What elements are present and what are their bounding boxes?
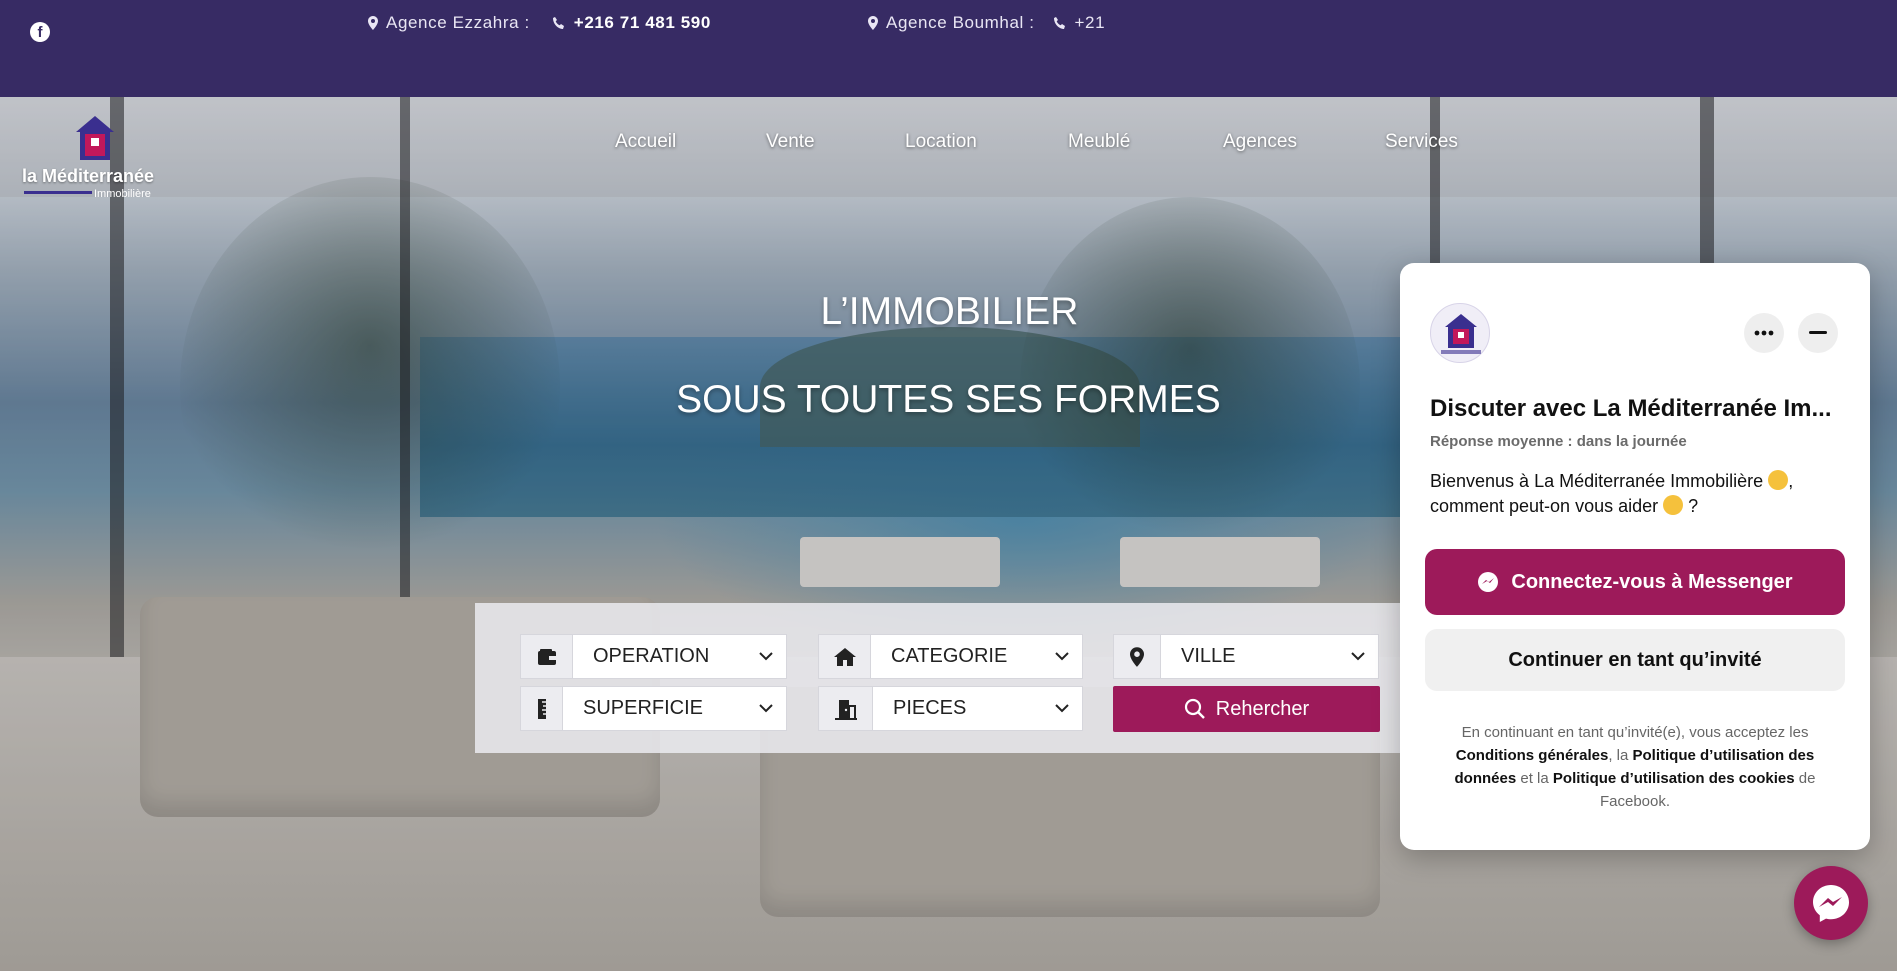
smile-emoji-icon [1768, 470, 1789, 490]
logo-name: la Méditerranée [22, 166, 155, 186]
phone-icon [1053, 17, 1065, 29]
categorie-label: CATEGORIE [891, 645, 1008, 667]
messenger-launcher-button[interactable] [1794, 866, 1868, 940]
chat-legal-text: En continuant en tant qu’invité(e), vous… [1454, 724, 1816, 810]
superficie-select[interactable]: SUPERFICIE [520, 686, 787, 731]
facebook-icon[interactable]: f [30, 22, 50, 42]
home-icon [819, 635, 871, 678]
terms-link[interactable]: Conditions générales [1456, 747, 1609, 764]
chat-title: Discuter avec La Méditerranée Im... [1430, 395, 1832, 422]
phone-icon [552, 17, 564, 29]
categorie-select[interactable]: CATEGORIE [818, 634, 1083, 679]
page-avatar [1430, 303, 1490, 363]
chat-response-time: Réponse moyenne : dans la journée [1430, 433, 1687, 450]
messenger-icon [1478, 572, 1499, 592]
messenger-icon [1813, 885, 1849, 922]
operation-label: OPERATION [593, 645, 710, 667]
map-marker-icon [868, 16, 878, 30]
chevron-down-icon [1042, 652, 1082, 661]
ville-label: VILLE [1181, 645, 1236, 667]
house-logo-icon [76, 116, 114, 160]
wallet-icon [521, 635, 573, 678]
house-logo-icon [1441, 314, 1481, 354]
connect-messenger-button[interactable]: Connectez-vous à Messenger [1425, 549, 1845, 615]
chevron-down-icon [746, 704, 786, 713]
nav-services[interactable]: Services [1385, 131, 1458, 153]
logo-subtitle: Immobilière [94, 188, 151, 200]
pieces-select[interactable]: PIECES [818, 686, 1083, 731]
messenger-chat-widget: Discuter avec La Méditerranée Im... Répo… [1400, 263, 1870, 850]
nav-location[interactable]: Location [905, 131, 977, 153]
continue-as-guest-button[interactable]: Continuer en tant qu’invité [1425, 629, 1845, 691]
agency-name: Agence Boumhal : [886, 13, 1035, 32]
superficie-label: SUPERFICIE [583, 697, 704, 719]
agency-name: Agence Ezzahra : [386, 13, 530, 32]
nav-meuble[interactable]: Meublé [1068, 131, 1130, 153]
agency-phone[interactable]: +21 [1075, 13, 1106, 33]
minimize-icon [1809, 331, 1827, 334]
cookies-policy-link[interactable]: Politique d’utilisation des cookies [1553, 770, 1795, 787]
nav-accueil[interactable]: Accueil [615, 131, 676, 153]
nav-agences[interactable]: Agences [1223, 131, 1297, 153]
map-marker-icon [1114, 635, 1161, 678]
ville-select[interactable]: VILLE [1113, 634, 1379, 679]
more-options-button[interactable] [1744, 313, 1784, 353]
search-icon [1184, 698, 1205, 719]
agency-boumhal-contact: Agence Boumhal : +21 [868, 13, 1105, 33]
agency-phone[interactable]: +216 71 481 590 [574, 13, 711, 33]
search-button[interactable]: Rehercher [1113, 686, 1380, 732]
chevron-down-icon [746, 652, 786, 661]
minimize-button[interactable] [1798, 313, 1838, 353]
nav-vente[interactable]: Vente [766, 131, 815, 153]
pieces-label: PIECES [893, 697, 967, 719]
map-marker-icon [368, 16, 378, 30]
chevron-down-icon [1338, 652, 1378, 661]
ruler-icon [521, 687, 563, 730]
top-bar: f Agence Ezzahra : +216 71 481 590 Agenc… [0, 0, 1897, 97]
door-icon [819, 687, 873, 730]
search-button-label: Rehercher [1215, 697, 1310, 720]
ellipsis-icon [1754, 330, 1774, 336]
site-logo[interactable]: la Méditerranée Immobilière [22, 114, 167, 204]
operation-select[interactable]: OPERATION [520, 634, 787, 679]
chat-welcome-message: Bienvenus à La Méditerranée Immobilière … [1430, 470, 1794, 516]
smile-emoji-icon [1663, 495, 1684, 515]
agency-ezzahra-contact: Agence Ezzahra : +216 71 481 590 [368, 13, 711, 33]
chevron-down-icon [1042, 704, 1082, 713]
